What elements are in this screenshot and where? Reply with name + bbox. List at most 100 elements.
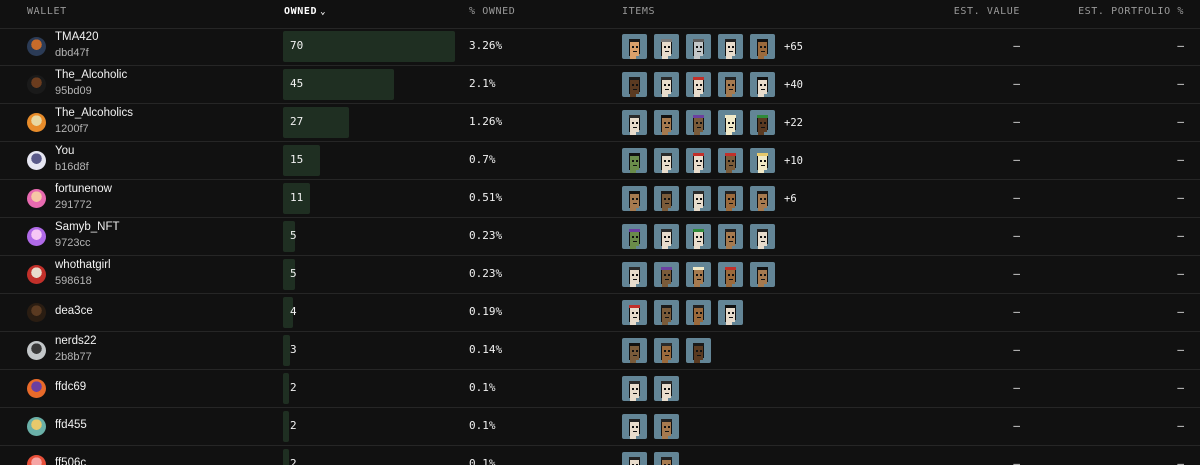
item-thumbnail[interactable]	[654, 414, 679, 439]
item-thumbnail[interactable]	[622, 376, 647, 401]
item-thumbnail[interactable]	[718, 262, 743, 287]
item-thumbnail[interactable]	[686, 338, 711, 363]
item-thumbnail[interactable]	[718, 186, 743, 211]
table-row[interactable]: whothatgirl 598618 5 0.23% – –	[0, 256, 1200, 294]
wallet-name[interactable]: Samyb_NFT	[55, 221, 120, 233]
item-thumbnail[interactable]	[686, 262, 711, 287]
item-thumbnail[interactable]	[654, 34, 679, 59]
more-items-count[interactable]: +22	[784, 117, 803, 129]
wallet-name[interactable]: The_Alcoholics	[55, 107, 133, 119]
wallet-avatar[interactable]	[27, 341, 46, 360]
wallet-name[interactable]: ffdc69	[55, 381, 86, 393]
item-thumbnail[interactable]	[654, 72, 679, 97]
item-thumbnail[interactable]	[622, 452, 647, 465]
table-row[interactable]: ffdc69 2 0.1% – –	[0, 370, 1200, 408]
item-thumbnail[interactable]	[718, 300, 743, 325]
column-header-wallet[interactable]: WALLET	[27, 6, 67, 17]
item-thumbnail[interactable]	[718, 148, 743, 173]
item-thumbnail[interactable]	[686, 186, 711, 211]
item-thumbnail[interactable]	[686, 110, 711, 135]
wallet-avatar[interactable]	[27, 189, 46, 208]
wallet-avatar[interactable]	[27, 265, 46, 284]
item-thumbnail[interactable]	[622, 148, 647, 173]
more-items-count[interactable]: +65	[784, 41, 803, 53]
wallet-avatar[interactable]	[27, 303, 46, 322]
table-row[interactable]: ff506c 2 0.1% – –	[0, 446, 1200, 465]
item-thumbnail[interactable]	[622, 110, 647, 135]
items-list	[622, 224, 775, 249]
item-thumbnail[interactable]	[686, 148, 711, 173]
item-thumbnail[interactable]	[686, 224, 711, 249]
item-thumbnail[interactable]	[622, 414, 647, 439]
item-thumbnail[interactable]	[718, 110, 743, 135]
item-thumbnail[interactable]	[686, 300, 711, 325]
item-thumbnail[interactable]	[654, 186, 679, 211]
items-list: +65	[622, 34, 803, 59]
column-header-est-value[interactable]: EST. VALUE	[950, 6, 1020, 17]
table-row[interactable]: TMA420 dbd47f 70 3.26% +65 – –	[0, 28, 1200, 66]
item-thumbnail[interactable]	[654, 224, 679, 249]
item-thumbnail[interactable]	[622, 186, 647, 211]
table-row[interactable]: dea3ce 4 0.19% – –	[0, 294, 1200, 332]
column-header-pct-owned[interactable]: % OWNED	[469, 6, 515, 17]
item-thumbnail[interactable]	[686, 34, 711, 59]
table-row[interactable]: The_Alcoholic 95bd09 45 2.1% +40 – –	[0, 66, 1200, 104]
wallet-avatar[interactable]	[27, 455, 46, 465]
wallet-avatar[interactable]	[27, 113, 46, 132]
item-thumbnail[interactable]	[622, 224, 647, 249]
table-row[interactable]: Samyb_NFT 9723cc 5 0.23% – –	[0, 218, 1200, 256]
column-header-est-portfolio[interactable]: EST. PORTFOLIO %	[1060, 6, 1184, 17]
wallet-name[interactable]: fortunenow	[55, 183, 112, 195]
item-thumbnail[interactable]	[750, 262, 775, 287]
item-thumbnail[interactable]	[622, 262, 647, 287]
item-thumbnail[interactable]	[622, 338, 647, 363]
table-row[interactable]: You b16d8f 15 0.7% +10 – –	[0, 142, 1200, 180]
wallet-name[interactable]: dea3ce	[55, 305, 93, 317]
item-thumbnail[interactable]	[750, 72, 775, 97]
wallet-name[interactable]: nerds22	[55, 335, 97, 347]
item-thumbnail[interactable]	[622, 72, 647, 97]
table-row[interactable]: fortunenow 291772 11 0.51% +6 – –	[0, 180, 1200, 218]
item-thumbnail[interactable]	[750, 186, 775, 211]
more-items-count[interactable]: +10	[784, 155, 803, 167]
wallet-name[interactable]: ffd455	[55, 419, 87, 431]
punk-icon	[725, 229, 736, 249]
item-thumbnail[interactable]	[750, 110, 775, 135]
item-thumbnail[interactable]	[718, 34, 743, 59]
punk-icon	[725, 77, 736, 97]
wallet-name[interactable]: ff506c	[55, 457, 86, 465]
item-thumbnail[interactable]	[622, 34, 647, 59]
wallet-avatar[interactable]	[27, 37, 46, 56]
wallet-name[interactable]: TMA420	[55, 31, 98, 43]
item-thumbnail[interactable]	[654, 338, 679, 363]
table-row[interactable]: The_Alcoholics 1200f7 27 1.26% +22 – –	[0, 104, 1200, 142]
wallet-avatar[interactable]	[27, 227, 46, 246]
item-thumbnail[interactable]	[654, 110, 679, 135]
item-thumbnail[interactable]	[750, 34, 775, 59]
item-thumbnail[interactable]	[654, 376, 679, 401]
item-thumbnail[interactable]	[654, 262, 679, 287]
wallet-avatar[interactable]	[27, 379, 46, 398]
pct-owned: 0.23%	[469, 229, 503, 242]
table-row[interactable]: ffd455 2 0.1% – –	[0, 408, 1200, 446]
item-thumbnail[interactable]	[686, 72, 711, 97]
wallet-name[interactable]: You	[55, 145, 74, 157]
table-row[interactable]: nerds22 2b8b77 3 0.14% – –	[0, 332, 1200, 370]
item-thumbnail[interactable]	[622, 300, 647, 325]
item-thumbnail[interactable]	[654, 148, 679, 173]
more-items-count[interactable]: +6	[784, 193, 797, 205]
item-thumbnail[interactable]	[718, 72, 743, 97]
item-thumbnail[interactable]	[750, 224, 775, 249]
item-thumbnail[interactable]	[750, 148, 775, 173]
more-items-count[interactable]: +40	[784, 79, 803, 91]
item-thumbnail[interactable]	[718, 224, 743, 249]
wallet-name[interactable]: The_Alcoholic	[55, 69, 127, 81]
wallet-avatar[interactable]	[27, 75, 46, 94]
wallet-name[interactable]: whothatgirl	[55, 259, 111, 271]
wallet-avatar[interactable]	[27, 151, 46, 170]
item-thumbnail[interactable]	[654, 300, 679, 325]
wallet-avatar[interactable]	[27, 417, 46, 436]
punk-icon	[693, 229, 704, 249]
item-thumbnail[interactable]	[654, 452, 679, 465]
column-header-owned[interactable]: OWNED ⌄	[284, 6, 326, 17]
